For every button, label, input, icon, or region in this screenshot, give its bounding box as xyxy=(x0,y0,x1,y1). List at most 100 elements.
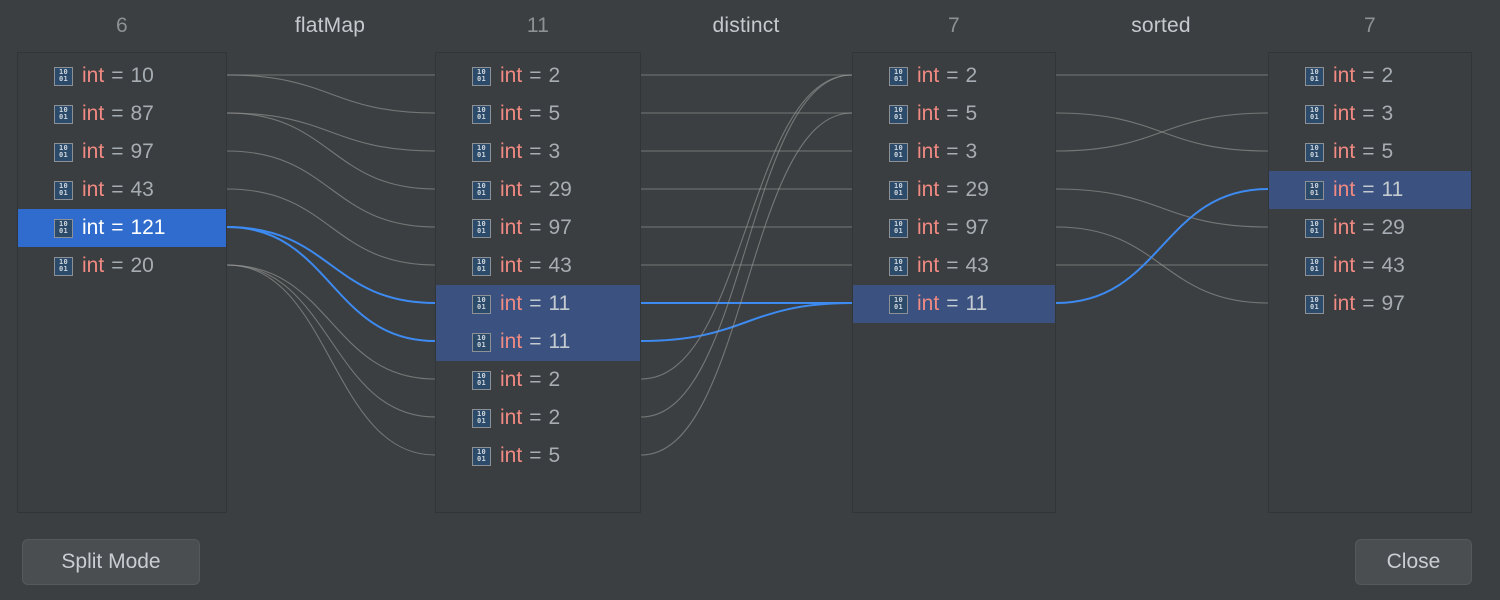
value-row[interactable]: 10 01 int = 11 xyxy=(436,285,640,323)
value-type: int xyxy=(1333,292,1356,315)
binary-icon-bottom: 01 xyxy=(1309,113,1320,121)
flatmap-panel[interactable]: 10 01 int = 2 10 01 int = 5 10 01 int = 3 10 01 int = 29 10 0… xyxy=(435,52,641,513)
distinct-panel[interactable]: 10 01 int = 2 10 01 int = 5 10 01 int = 3 10 01 int = 29 10 0… xyxy=(852,52,1056,513)
sorted-panel[interactable]: 10 01 int = 2 10 01 int = 3 10 01 int = 5 10 01 int = 11 10 0… xyxy=(1268,52,1472,513)
value-row[interactable]: 10 01 int = 97 xyxy=(436,209,640,247)
value-row[interactable]: 10 01 int = 97 xyxy=(1269,285,1471,323)
equals-sign: = xyxy=(529,292,542,315)
value-row[interactable]: 10 01 int = 87 xyxy=(18,95,226,133)
value-type: int xyxy=(82,140,105,163)
split-mode-button[interactable]: Split Mode xyxy=(22,539,200,585)
equals-sign: = xyxy=(1362,178,1375,201)
value-row[interactable]: 10 01 int = 3 xyxy=(853,133,1055,171)
stream-trace-window: 6 flatMap 11 distinct 7 sorted 7 10 01 int = 10 10 0… xyxy=(0,0,1500,600)
value-row[interactable]: 10 01 int = 43 xyxy=(853,247,1055,285)
binary-value-icon: 10 01 xyxy=(472,180,491,200)
value-row[interactable]: 10 01 int = 2 xyxy=(436,399,640,437)
binary-value-icon: 10 01 xyxy=(54,218,73,238)
link xyxy=(640,112,853,456)
binary-value-icon: 10 01 xyxy=(1305,180,1324,200)
binary-value-icon: 10 01 xyxy=(472,446,491,466)
link xyxy=(226,188,436,266)
value-row[interactable]: 10 01 int = 29 xyxy=(436,171,640,209)
value-type: int xyxy=(917,292,940,315)
equals-sign: = xyxy=(1362,216,1375,239)
value-type: int xyxy=(500,444,523,467)
binary-icon-bottom: 01 xyxy=(58,227,69,235)
binary-icon-bottom: 01 xyxy=(476,151,487,159)
binary-value-icon: 10 01 xyxy=(889,218,908,238)
binary-icon-bottom: 01 xyxy=(476,341,487,349)
value-row[interactable]: 10 01 int = 11 xyxy=(436,323,640,361)
binary-value-icon: 10 01 xyxy=(889,104,908,124)
binary-icon-bottom: 01 xyxy=(893,227,904,235)
value-number: 29 xyxy=(965,178,989,201)
binary-value-icon: 10 01 xyxy=(472,66,491,86)
link xyxy=(226,74,436,114)
value-number: 43 xyxy=(1381,254,1405,277)
link-highlighted xyxy=(226,226,436,304)
binary-value-icon: 10 01 xyxy=(889,66,908,86)
value-row[interactable]: 10 01 int = 121 xyxy=(18,209,226,247)
value-row[interactable]: 10 01 int = 2 xyxy=(1269,57,1471,95)
link xyxy=(640,74,853,418)
equals-sign: = xyxy=(529,102,542,125)
equals-sign: = xyxy=(946,102,959,125)
value-row[interactable]: 10 01 int = 2 xyxy=(436,57,640,95)
binary-icon-bottom: 01 xyxy=(476,113,487,121)
equals-sign: = xyxy=(111,254,124,277)
value-row[interactable]: 10 01 int = 3 xyxy=(436,133,640,171)
equals-sign: = xyxy=(529,444,542,467)
value-number: 121 xyxy=(130,216,166,239)
binary-icon-bottom: 01 xyxy=(58,265,69,273)
value-row[interactable]: 10 01 int = 11 xyxy=(853,285,1055,323)
binary-value-icon: 10 01 xyxy=(472,332,491,352)
value-number: 3 xyxy=(965,140,978,163)
source-panel[interactable]: 10 01 int = 10 10 01 int = 87 10 01 int = 97 10 01 int = 43… xyxy=(17,52,227,513)
close-button[interactable]: Close xyxy=(1355,539,1472,585)
binary-icon-bottom: 01 xyxy=(1309,303,1320,311)
binary-icon-bottom: 01 xyxy=(1309,227,1320,235)
value-row[interactable]: 10 01 int = 10 xyxy=(18,57,226,95)
value-row[interactable]: 10 01 int = 43 xyxy=(436,247,640,285)
value-number: 87 xyxy=(130,102,154,125)
value-type: int xyxy=(500,330,523,353)
binary-icon-bottom: 01 xyxy=(58,189,69,197)
value-row[interactable]: 10 01 int = 29 xyxy=(1269,209,1471,247)
value-type: int xyxy=(500,140,523,163)
binary-value-icon: 10 01 xyxy=(472,294,491,314)
value-row[interactable]: 10 01 int = 5 xyxy=(436,95,640,133)
value-row[interactable]: 10 01 int = 29 xyxy=(853,171,1055,209)
binary-value-icon: 10 01 xyxy=(472,370,491,390)
binary-value-icon: 10 01 xyxy=(472,256,491,276)
equals-sign: = xyxy=(946,292,959,315)
value-row[interactable]: 10 01 int = 11 xyxy=(1269,171,1471,209)
value-row[interactable]: 10 01 int = 2 xyxy=(853,57,1055,95)
value-row[interactable]: 10 01 int = 3 xyxy=(1269,95,1471,133)
binary-icon-bottom: 01 xyxy=(893,303,904,311)
value-row[interactable]: 10 01 int = 2 xyxy=(436,361,640,399)
value-row[interactable]: 10 01 int = 20 xyxy=(18,247,226,285)
value-row[interactable]: 10 01 int = 5 xyxy=(853,95,1055,133)
value-row[interactable]: 10 01 int = 43 xyxy=(1269,247,1471,285)
value-number: 29 xyxy=(1381,216,1405,239)
value-number: 29 xyxy=(548,178,572,201)
value-number: 5 xyxy=(548,102,561,125)
element-count-2: 11 xyxy=(526,14,550,37)
link xyxy=(1055,226,1269,304)
value-row[interactable]: 10 01 int = 5 xyxy=(436,437,640,475)
binary-icon-bottom: 01 xyxy=(476,455,487,463)
value-row[interactable]: 10 01 int = 5 xyxy=(1269,133,1471,171)
equals-sign: = xyxy=(1362,102,1375,125)
value-row[interactable]: 10 01 int = 97 xyxy=(18,133,226,171)
value-type: int xyxy=(500,254,523,277)
value-type: int xyxy=(82,102,105,125)
value-type: int xyxy=(82,178,105,201)
value-type: int xyxy=(82,64,105,87)
value-type: int xyxy=(500,406,523,429)
value-row[interactable]: 10 01 int = 43 xyxy=(18,171,226,209)
binary-icon-bottom: 01 xyxy=(476,75,487,83)
equals-sign: = xyxy=(111,178,124,201)
value-type: int xyxy=(500,64,523,87)
value-row[interactable]: 10 01 int = 97 xyxy=(853,209,1055,247)
